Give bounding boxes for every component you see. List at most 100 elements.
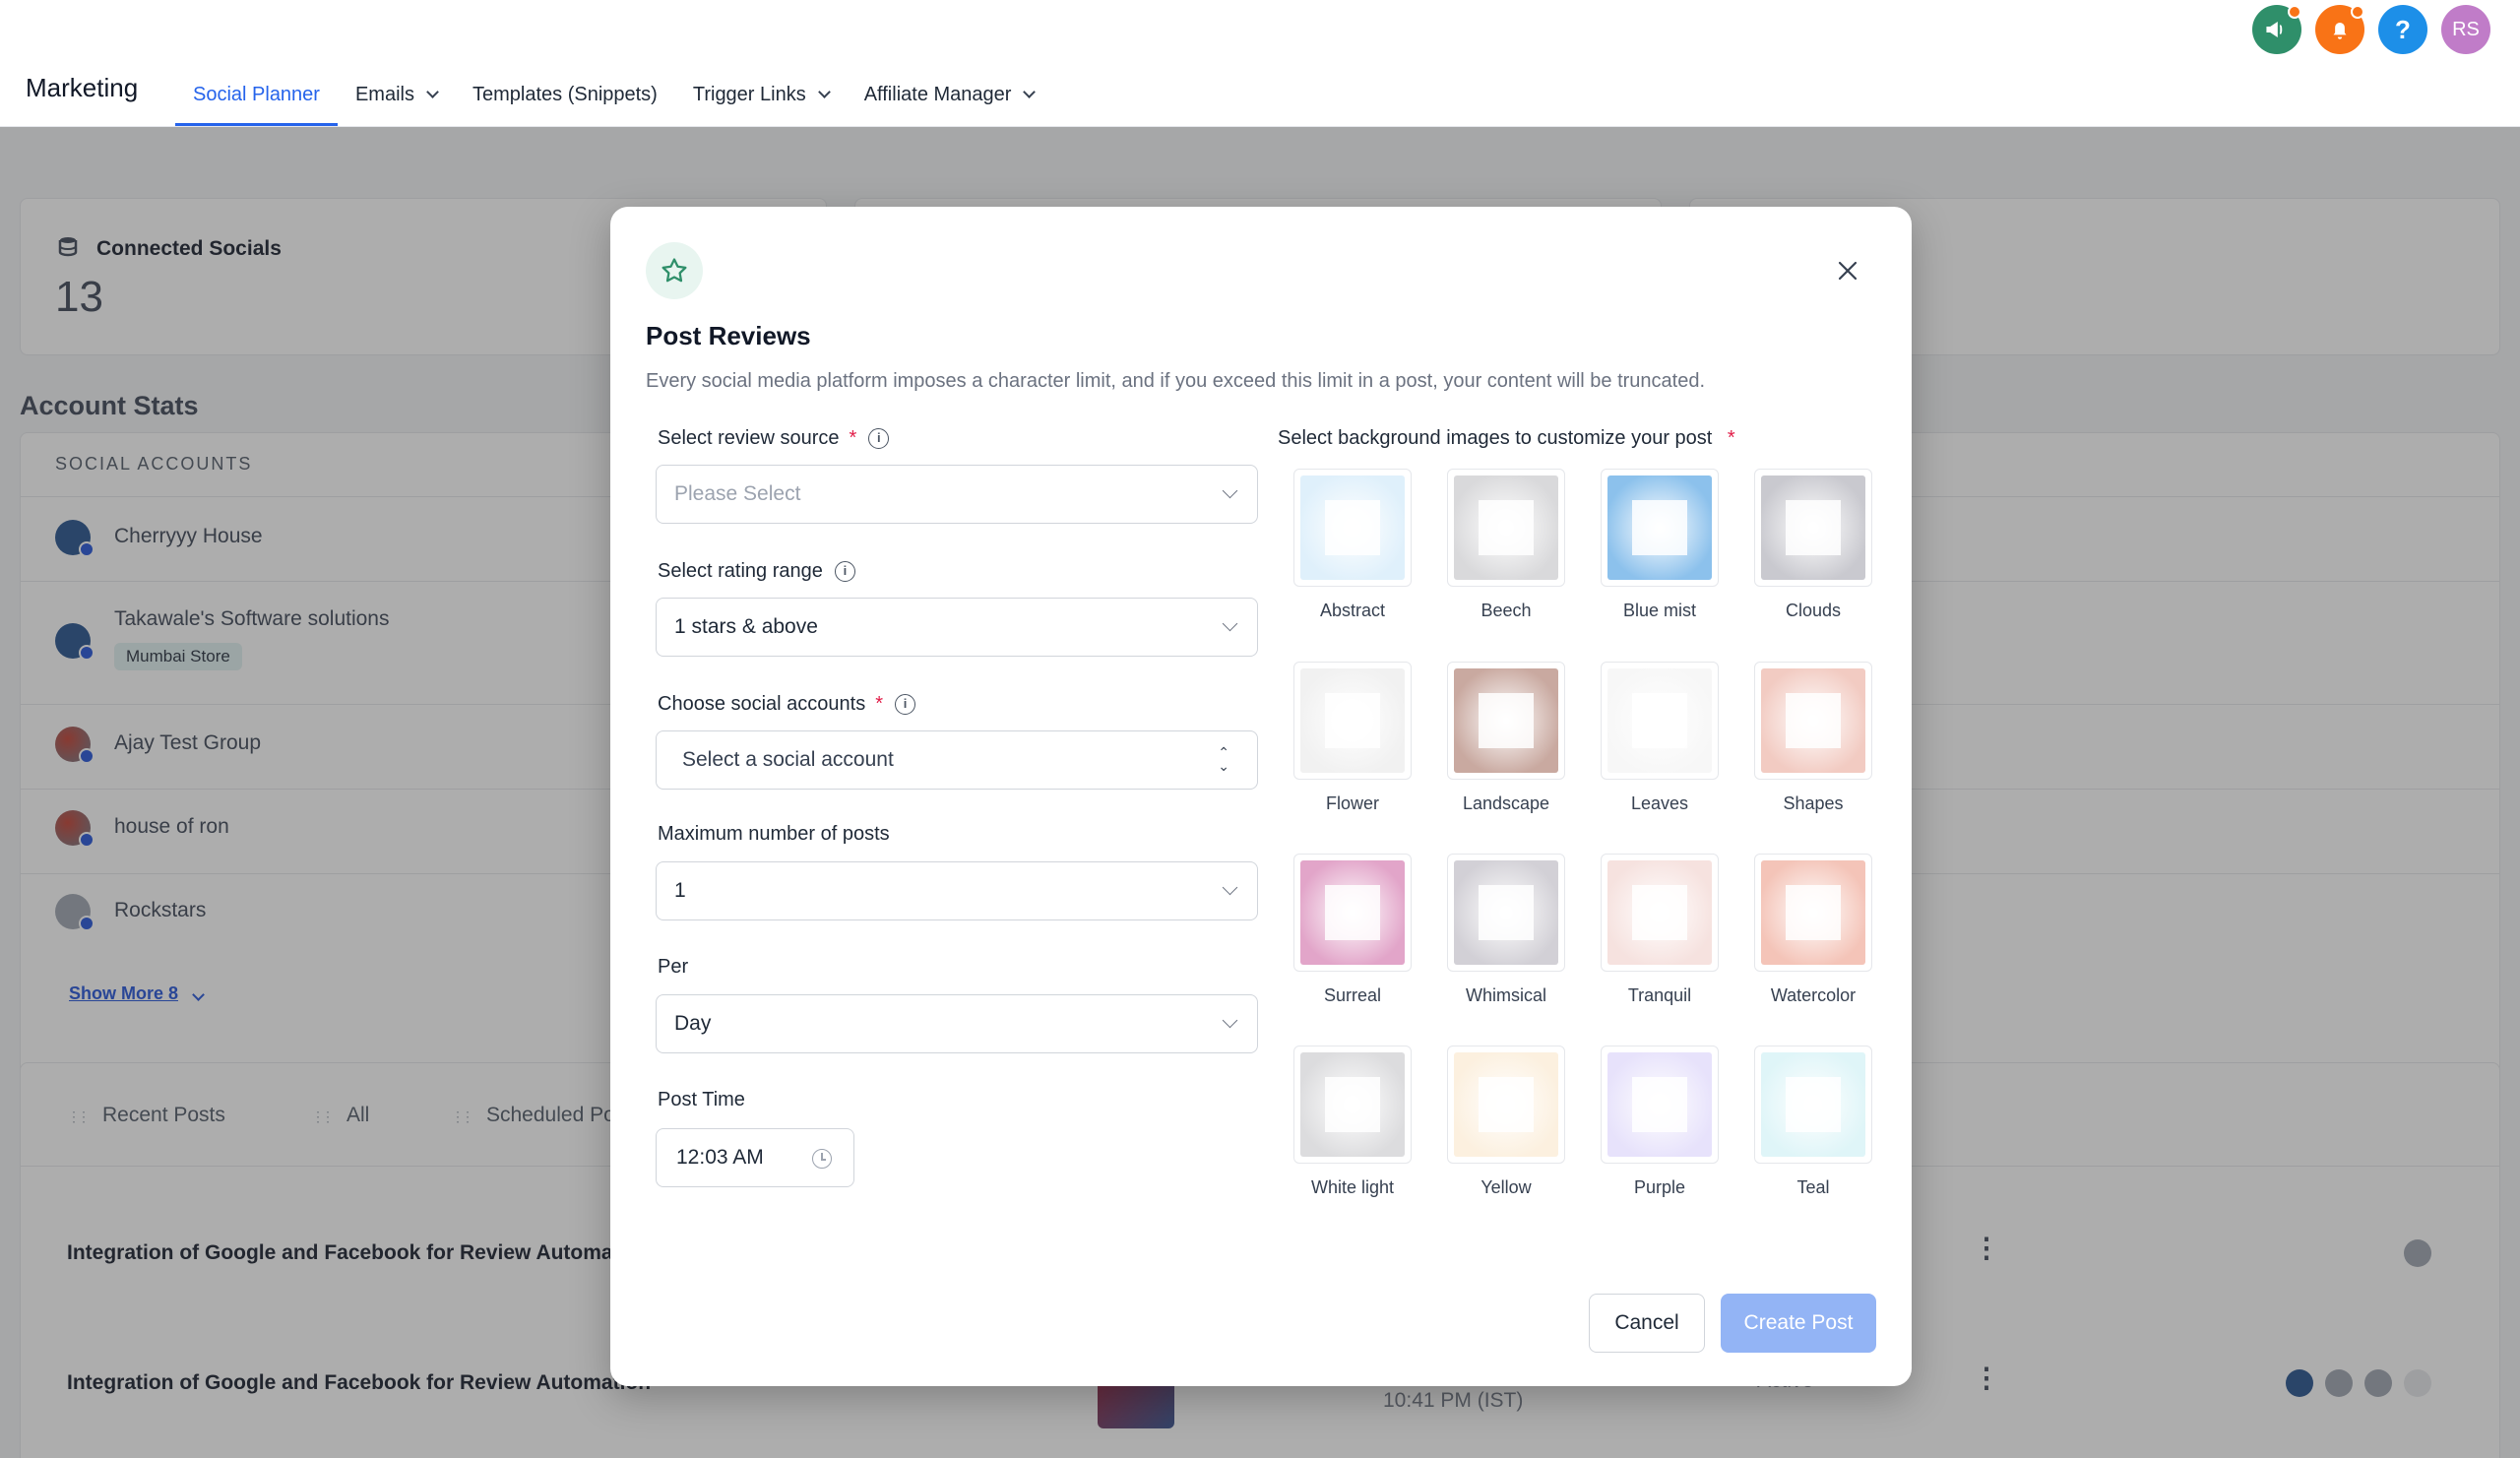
main-nav: Social Planner Emails Templates (Snippet… bbox=[175, 63, 1051, 126]
background-image-option[interactable] bbox=[1754, 662, 1872, 780]
chevron-down-icon bbox=[1222, 1012, 1238, 1029]
clock-icon bbox=[812, 1149, 832, 1169]
background-image-name: White light bbox=[1310, 1177, 1395, 1197]
max-posts-select[interactable]: 1 bbox=[656, 861, 1258, 920]
background-thumbnail bbox=[1300, 1052, 1405, 1157]
avatar[interactable]: RS bbox=[2441, 5, 2490, 54]
required-marker: * bbox=[849, 427, 857, 449]
background-image-name: Tranquil bbox=[1627, 985, 1692, 1005]
create-post-button[interactable]: Create Post bbox=[1721, 1294, 1876, 1353]
background-thumbnail bbox=[1761, 860, 1865, 965]
tab-label: Affiliate Manager bbox=[863, 83, 1012, 105]
background-thumbnail bbox=[1761, 1052, 1865, 1157]
background-image-option[interactable] bbox=[1447, 662, 1565, 780]
background-image-option[interactable] bbox=[1754, 469, 1872, 587]
background-thumbnail bbox=[1300, 668, 1405, 773]
post-reviews-modal: Post Reviews Every social media platform… bbox=[610, 207, 1912, 1386]
required-marker: * bbox=[1727, 427, 1735, 449]
field-label: Post Time bbox=[658, 1089, 745, 1110]
per-label: Per bbox=[658, 956, 688, 979]
info-icon[interactable]: i bbox=[834, 561, 855, 582]
tab-trigger-links[interactable]: Trigger Links bbox=[675, 63, 847, 126]
bell-icon[interactable] bbox=[2315, 5, 2364, 54]
megaphone-icon[interactable] bbox=[2252, 5, 2301, 54]
review-source-label: Select review source * i bbox=[658, 427, 890, 450]
notification-dot bbox=[2351, 5, 2364, 19]
background-image-option[interactable] bbox=[1447, 469, 1565, 587]
rating-range-select[interactable]: 1 stars & above bbox=[656, 598, 1258, 657]
social-accounts-label: Choose social accounts * i bbox=[658, 693, 916, 716]
required-marker: * bbox=[875, 693, 884, 715]
field-label: Select rating range bbox=[658, 560, 823, 582]
background-thumbnail bbox=[1607, 860, 1712, 965]
select-value: 1 stars & above bbox=[674, 615, 818, 638]
background-thumbnail bbox=[1454, 668, 1558, 773]
background-thumbnail bbox=[1300, 475, 1405, 580]
background-thumbnail bbox=[1454, 1052, 1558, 1157]
background-thumbnail bbox=[1607, 1052, 1712, 1157]
background-image-option[interactable] bbox=[1601, 854, 1719, 972]
background-image-name: Yellow bbox=[1480, 1177, 1532, 1197]
field-label: Select review source bbox=[658, 427, 840, 449]
tab-label: Emails bbox=[354, 83, 414, 105]
background-thumbnail bbox=[1300, 860, 1405, 965]
tab-label: Templates (Snippets) bbox=[472, 83, 658, 105]
background-image-option[interactable] bbox=[1293, 662, 1412, 780]
background-image-option[interactable] bbox=[1293, 854, 1412, 972]
field-label: Choose social accounts bbox=[658, 693, 866, 715]
header-actions: ? RS bbox=[2252, 5, 2490, 54]
background-image-name: Landscape bbox=[1462, 793, 1550, 813]
background-image-option[interactable] bbox=[1601, 662, 1719, 780]
info-icon[interactable]: i bbox=[868, 428, 890, 449]
background-image-name: Whimsical bbox=[1465, 985, 1546, 1005]
background-image-name: Blue mist bbox=[1622, 601, 1697, 620]
background-image-option[interactable] bbox=[1293, 1046, 1412, 1164]
background-image-name: Teal bbox=[1796, 1177, 1830, 1197]
chevron-down-icon bbox=[1222, 615, 1238, 632]
tab-social-planner[interactable]: Social Planner bbox=[175, 63, 338, 126]
chevron-down-icon bbox=[1222, 482, 1238, 499]
background-image-option[interactable] bbox=[1447, 1046, 1565, 1164]
tab-affiliate-manager[interactable]: Affiliate Manager bbox=[847, 63, 1052, 126]
background-image-name: Flower bbox=[1325, 793, 1379, 813]
background-image-name: Leaves bbox=[1630, 793, 1689, 813]
top-bar: Marketing Social Planner Emails Template… bbox=[0, 0, 2520, 127]
tab-emails[interactable]: Emails bbox=[338, 63, 455, 126]
modal-description: Every social media platform imposes a ch… bbox=[646, 370, 1706, 392]
post-time-label: Post Time bbox=[658, 1089, 745, 1111]
chevron-down-icon bbox=[1023, 85, 1037, 98]
background-image-name: Abstract bbox=[1319, 601, 1386, 620]
review-source-select[interactable]: Please Select bbox=[656, 465, 1258, 524]
modal-title: Post Reviews bbox=[646, 321, 811, 350]
post-time-input[interactable]: 12:03 AM bbox=[656, 1128, 854, 1187]
background-image-option[interactable] bbox=[1601, 1046, 1719, 1164]
select-value: Day bbox=[674, 1012, 712, 1035]
chevron-down-icon bbox=[426, 85, 439, 98]
background-image-name: Clouds bbox=[1785, 601, 1842, 620]
background-image-option[interactable] bbox=[1447, 854, 1565, 972]
background-thumbnail bbox=[1607, 475, 1712, 580]
close-icon[interactable] bbox=[1833, 256, 1862, 285]
per-select[interactable]: Day bbox=[656, 994, 1258, 1053]
background-image-option[interactable] bbox=[1601, 469, 1719, 587]
field-label: Per bbox=[658, 956, 689, 978]
info-icon[interactable]: i bbox=[895, 694, 916, 715]
notification-dot bbox=[2288, 5, 2301, 19]
background-image-name: Beech bbox=[1480, 601, 1532, 620]
background-image-option[interactable] bbox=[1293, 469, 1412, 587]
select-placeholder: Select a social account bbox=[682, 748, 894, 771]
social-accounts-select[interactable]: Select a social account ⌃ ⌄ bbox=[656, 730, 1258, 790]
backgrounds-label: Select background images to customize yo… bbox=[1278, 427, 1735, 450]
background-image-option[interactable] bbox=[1754, 1046, 1872, 1164]
background-thumbnail bbox=[1761, 668, 1865, 773]
field-label: Select background images to customize yo… bbox=[1278, 427, 1713, 449]
background-image-name: Shapes bbox=[1783, 793, 1844, 813]
tab-templates[interactable]: Templates (Snippets) bbox=[455, 63, 675, 126]
help-icon[interactable]: ? bbox=[2378, 5, 2427, 54]
rating-range-label: Select rating range i bbox=[658, 560, 855, 583]
cancel-button[interactable]: Cancel bbox=[1589, 1294, 1705, 1353]
background-image-option[interactable] bbox=[1754, 854, 1872, 972]
background-thumbnail bbox=[1761, 475, 1865, 580]
app-title: Marketing bbox=[26, 73, 139, 102]
chevron-down-icon bbox=[1222, 879, 1238, 896]
